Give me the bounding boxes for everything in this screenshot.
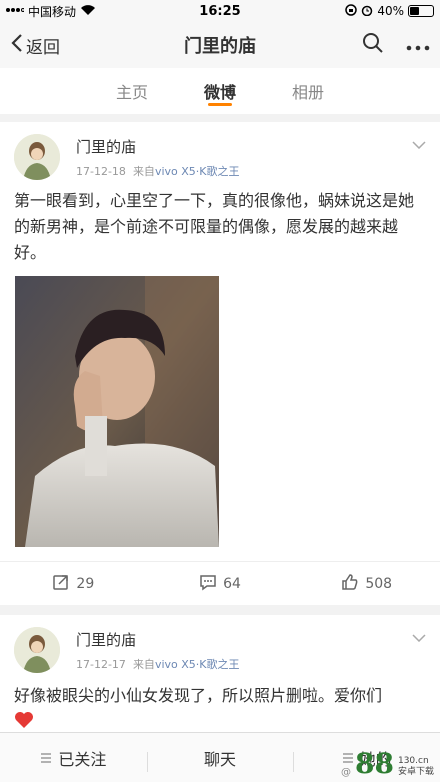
comment-icon [199,573,217,595]
bottom-bar: 已关注 聊天 她的 @ 88 130.cn 安卓下载 [0,732,440,782]
watermark-site: 130.cn [397,756,429,766]
post-photo[interactable] [15,276,219,547]
alarm-icon [361,4,373,19]
comment-button[interactable]: 64 [147,573,294,595]
weibo-watermark: @ [341,767,352,778]
repost-count: 29 [76,575,95,592]
watermark-logo: 88 [355,747,394,780]
avatar[interactable] [14,627,60,673]
follow-button[interactable]: 已关注 [0,746,147,770]
post-card[interactable]: 门里的庙 17-12-17 来自vivo X5·K歌之王 好像被眼尖的小仙女发现… [0,615,440,741]
back-button[interactable]: 返回 [10,33,120,58]
profile-tabs: 主页 微博 相册 [0,68,440,114]
repost-button[interactable]: 29 [0,573,147,595]
tab-weibo[interactable]: 微博 [204,68,236,114]
like-count: 508 [365,575,393,592]
battery-percent: 40% [377,4,404,18]
search-icon[interactable] [362,32,384,58]
chat-label: 聊天 [204,749,237,769]
watermark: @ 88 130.cn 安卓下载 [341,747,434,780]
nav-bar: 返回 门里的庙 [0,22,440,68]
watermark-site-label: 安卓下载 [397,767,434,777]
post-text: 好像被眼尖的小仙女发现了，所以照片删啦。爱你们 [14,686,383,705]
thumbs-up-icon [341,573,359,595]
repost-icon [52,573,70,595]
post-text: 第一眼看到，心里空了一下，真的很像他，蜗妹说这是她的新男神，是个前途不可限量的偶… [14,191,415,262]
follow-label: 已关注 [58,749,107,769]
source-prefix: 来自 [132,165,155,178]
post-source[interactable]: vivo X5·K歌之王 [155,165,240,178]
comment-count: 64 [223,575,241,592]
like-button[interactable]: 508 [293,573,440,595]
clock: 16:25 [199,3,241,19]
battery-fill [410,7,419,15]
wifi-icon [80,4,96,19]
status-bar: 中国移动 16:25 40% [0,0,440,22]
author-name[interactable]: 门里的庙 [76,629,239,650]
tab-album[interactable]: 相册 [292,68,324,114]
menu-icon [40,748,52,767]
post-date: 17-12-18 [76,165,126,178]
post-date: 17-12-17 [76,658,126,671]
chat-button[interactable]: 聊天 [146,746,294,772]
battery-icon [408,5,434,17]
avatar[interactable] [14,134,60,180]
author-name[interactable]: 门里的庙 [76,136,239,157]
signal-icon [6,4,25,18]
tab-home[interactable]: 主页 [116,68,148,114]
more-icon[interactable] [406,36,430,55]
back-label: 返回 [26,37,60,58]
chevron-down-icon[interactable] [412,627,426,646]
post-card[interactable]: 门里的庙 17-12-18 来自vivo X5·K歌之王 第一眼看到，心里空了一… [0,122,440,605]
post-source[interactable]: vivo X5·K歌之王 [155,658,240,671]
feed: 门里的庙 17-12-18 来自vivo X5·K歌之王 第一眼看到，心里空了一… [0,122,440,741]
source-prefix: 来自 [132,658,155,671]
rotation-lock-icon [345,3,358,19]
carrier-label: 中国移动 [28,4,77,19]
chevron-left-icon [10,33,24,58]
chevron-down-icon[interactable] [412,134,426,153]
